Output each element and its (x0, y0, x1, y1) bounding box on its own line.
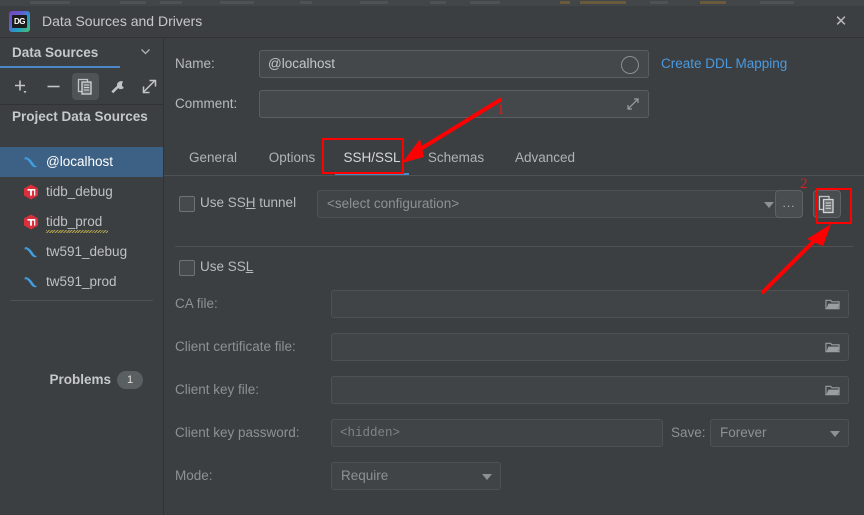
copy-icon (818, 195, 834, 214)
comment-label: Comment: (175, 96, 238, 111)
client-certificate-file-input[interactable] (331, 333, 849, 361)
use-ssh-tunnel-label: Use SSH tunnel (200, 195, 297, 210)
client-key-password-placeholder: <hidden> (340, 426, 401, 440)
ssh-configuration-value: <select configuration> (327, 196, 460, 211)
settings-tabs: General Options SSH/SSL Schemas Advanced (164, 142, 864, 176)
problems-count-badge: 1 (117, 371, 143, 389)
close-icon[interactable]: ✕ (818, 6, 864, 37)
tab-options[interactable]: Options (254, 142, 330, 176)
title-bar: DG Data Sources and Drivers ✕ (0, 6, 864, 38)
tab-general[interactable]: General (175, 142, 251, 176)
save-select[interactable]: Forever (710, 419, 849, 447)
sidebar-item-tw591-prod[interactable]: tw591_prod (0, 267, 163, 297)
properties-button[interactable] (104, 73, 131, 100)
folder-icon[interactable] (825, 383, 840, 397)
client-certificate-file-label: Client certificate file: (175, 339, 296, 354)
sidebar-toolbar (0, 69, 163, 105)
annotation-number-2: 2 (800, 176, 808, 192)
color-circle-icon[interactable] (621, 56, 639, 74)
chevron-down-icon (830, 431, 840, 437)
sidebar: Data Sources Project Data Sources @local… (0, 38, 164, 515)
copy-icon (77, 78, 92, 95)
warning-underline (46, 230, 108, 233)
remove-data-source-button[interactable] (40, 73, 67, 100)
ca-file-label: CA file: (175, 296, 218, 311)
tidb-icon (24, 184, 38, 200)
folder-icon[interactable] (825, 297, 840, 311)
chevron-down-icon[interactable] (140, 46, 151, 57)
data-sources-and-drivers-dialog: DG Data Sources and Drivers ✕ Data Sourc… (0, 0, 864, 515)
sidebar-item-label: tw591_debug (46, 244, 128, 259)
create-ddl-mapping-link[interactable]: Create DDL Mapping (661, 50, 787, 78)
logo-text: DG (12, 15, 27, 28)
duplicate-data-source-button[interactable] (72, 73, 99, 100)
datagrip-logo-icon: DG (9, 11, 30, 32)
save-label: Save: (671, 425, 706, 440)
main-panel: Name: @localhost Create DDL Mapping Comm… (164, 38, 864, 515)
sidebar-item-label: tw591_prod (46, 274, 117, 289)
sidebar-item-localhost[interactable]: @localhost (0, 147, 163, 177)
project-data-sources-title: Project Data Sources (12, 109, 148, 124)
chevron-down-icon (482, 474, 492, 480)
save-select-value: Forever (720, 425, 767, 440)
sidebar-item-label: @localhost (46, 154, 113, 169)
sidebar-item-tw591-debug[interactable]: tw591_debug (0, 237, 163, 267)
external-link-icon (142, 79, 157, 94)
ca-file-input[interactable] (331, 290, 849, 318)
wrench-icon (111, 81, 124, 94)
jump-to-console-button[interactable] (136, 73, 163, 100)
problems-label: Problems (49, 372, 111, 387)
sidebar-item-tidb-prod[interactable]: tidb_prod (0, 207, 163, 237)
tab-schemas[interactable]: Schemas (414, 142, 498, 176)
mode-select-value: Require (341, 468, 389, 483)
sidebar-item-label: tidb_debug (46, 184, 113, 199)
client-key-password-input[interactable]: <hidden> (331, 419, 663, 447)
expand-icon[interactable] (626, 97, 640, 111)
name-label: Name: (175, 56, 215, 71)
ssh-browse-button[interactable]: ... (775, 190, 803, 218)
mysql-dolphin-icon (24, 247, 37, 258)
add-data-source-button[interactable] (8, 73, 35, 100)
client-key-password-label: Client key password: (175, 425, 300, 440)
ssh-ssl-divider (175, 246, 853, 247)
use-ssh-tunnel-checkbox[interactable] (179, 196, 195, 212)
client-key-file-label: Client key file: (175, 382, 260, 397)
tab-advanced[interactable]: Advanced (501, 142, 589, 176)
tab-ssh-ssl[interactable]: SSH/SSL (331, 142, 413, 176)
problems-row[interactable]: Problems 1 (0, 368, 163, 392)
plus-dropdown-icon (15, 80, 27, 94)
mysql-dolphin-icon (24, 277, 37, 288)
client-key-file-input[interactable] (331, 376, 849, 404)
sidebar-divider (10, 300, 153, 301)
tidb-icon (24, 214, 38, 230)
annotation-number-1: 1 (497, 102, 505, 118)
mode-select[interactable]: Require (331, 462, 501, 490)
name-input-value: @localhost (268, 56, 335, 71)
ssh-configuration-select[interactable]: <select configuration> (317, 190, 783, 218)
data-sources-header-label: Data Sources (12, 45, 99, 60)
data-sources-header-underline (0, 66, 120, 68)
data-sources-header[interactable]: Data Sources (0, 38, 163, 68)
data-source-list: @localhost tidb_debug tidb_prod tw591_de… (0, 147, 163, 297)
minus-icon (47, 85, 60, 88)
tabs-bottom-border (164, 175, 864, 176)
ssh-duplicate-config-button[interactable] (813, 190, 841, 218)
tab-ssh-ssl-label: SSH/SSL (343, 150, 401, 165)
comment-input[interactable] (259, 90, 649, 118)
mode-label: Mode: (175, 468, 213, 483)
use-ssl-label: Use SSL (200, 259, 254, 274)
window-title: Data Sources and Drivers (42, 13, 203, 29)
use-ssl-checkbox[interactable] (179, 260, 195, 276)
name-input[interactable]: @localhost (259, 50, 649, 78)
sidebar-item-tidb-debug[interactable]: tidb_debug (0, 177, 163, 207)
chevron-down-icon (764, 202, 774, 208)
mysql-dolphin-icon (24, 157, 37, 168)
folder-icon[interactable] (825, 340, 840, 354)
